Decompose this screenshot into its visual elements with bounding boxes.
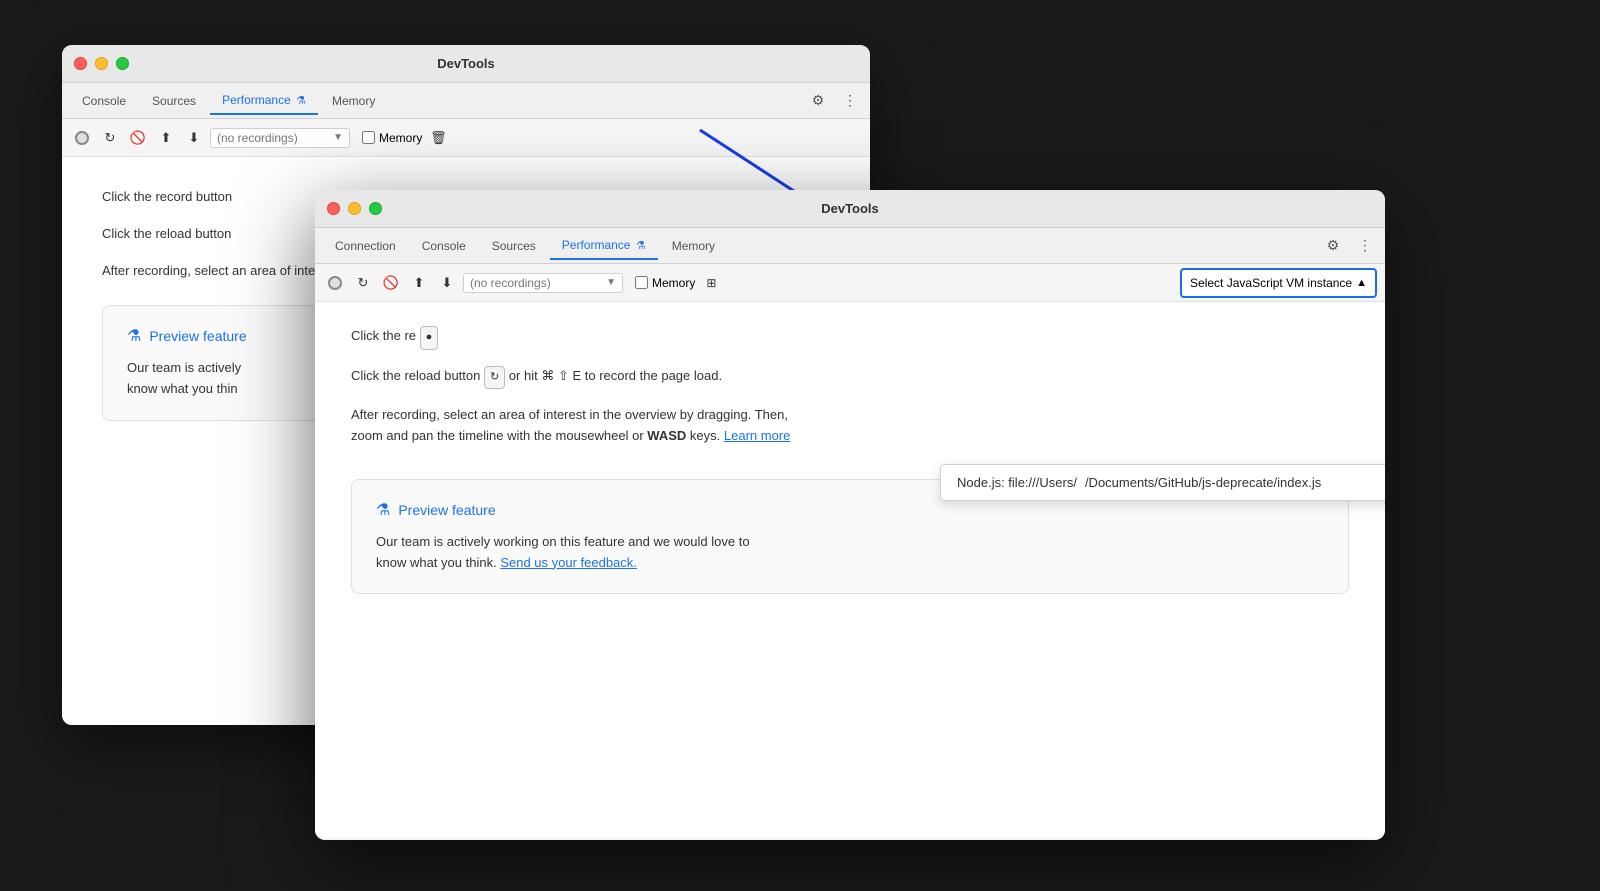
fg-record-instruction: Click the re ●: [351, 326, 1349, 350]
bg-more-icon[interactable]: ⋮: [838, 89, 862, 113]
bg-window-title: DevTools: [437, 56, 495, 71]
fg-vm-dropdown-item[interactable]: Node.js: file:///Users/ /Documents/GitHu…: [941, 465, 1385, 500]
fg-minimize-button[interactable]: [348, 202, 361, 215]
bg-download-btn[interactable]: ⬇: [182, 126, 206, 150]
fg-tabs-bar: Connection Console Sources Performance ⚗…: [315, 228, 1385, 264]
fg-vm-selector-arrow: ▲: [1356, 277, 1367, 289]
fg-flask-icon: ⚗: [376, 500, 390, 520]
bg-toolbar: ↻ 🚫 ⬆ ⬇ (no recordings) ▼ Memory 🗑: [62, 119, 870, 157]
fg-preview-content: Our team is actively working on this fea…: [376, 532, 1324, 574]
bg-memory-checkbox[interactable]: Memory: [362, 131, 422, 145]
fg-dropdown-arrow: ▼: [606, 277, 616, 288]
fg-tab-performance[interactable]: Performance ⚗: [550, 232, 658, 260]
bg-memory-check[interactable]: [362, 131, 375, 144]
fg-tab-connection[interactable]: Connection: [323, 233, 408, 259]
fg-tab-right-icons: ⚙ ⋮: [1321, 234, 1377, 258]
fg-tab-console[interactable]: Console: [410, 233, 478, 259]
fg-traffic-lights: [327, 202, 382, 215]
fg-vm-selector-btn[interactable]: Select JavaScript VM instance ▲: [1180, 268, 1377, 298]
fg-performance-flask-icon: ⚗: [636, 240, 646, 252]
fg-reload-key: ↻: [484, 366, 505, 390]
fg-settings-icon[interactable]: ⚙: [1321, 234, 1345, 258]
fg-titlebar: DevTools: [315, 190, 1385, 228]
bg-minimize-button[interactable]: [95, 57, 108, 70]
fg-clear-btn[interactable]: 🚫: [379, 271, 403, 295]
fg-record-btn[interactable]: [323, 271, 347, 295]
bg-dropdown-arrow: ▼: [333, 132, 343, 143]
fg-recordings-dropdown[interactable]: (no recordings) ▼: [463, 273, 623, 293]
bg-tab-console[interactable]: Console: [70, 88, 138, 114]
bg-record-btn[interactable]: [70, 126, 94, 150]
performance-flask-icon: ⚗: [296, 95, 306, 107]
bg-reload-btn[interactable]: ↻: [98, 126, 122, 150]
fg-download-btn[interactable]: ⬇: [435, 271, 459, 295]
fg-learn-more-link[interactable]: Learn more: [724, 428, 790, 443]
fg-vm-selector-label: Select JavaScript VM instance: [1190, 276, 1352, 290]
fg-maximize-button[interactable]: [369, 202, 382, 215]
bg-tab-performance[interactable]: Performance ⚗: [210, 87, 318, 115]
fg-record-icon: [328, 276, 342, 290]
fg-memory-checkbox[interactable]: Memory: [635, 276, 695, 290]
fg-tab-sources[interactable]: Sources: [480, 233, 548, 259]
bg-tab-sources[interactable]: Sources: [140, 88, 208, 114]
bg-maximize-button[interactable]: [116, 57, 129, 70]
fg-capture-settings-btn[interactable]: ⊞: [699, 271, 723, 295]
bg-upload-btn[interactable]: ⬆: [154, 126, 178, 150]
fg-memory-check[interactable]: [635, 276, 648, 289]
fg-close-button[interactable]: [327, 202, 340, 215]
fg-preview-title: ⚗ Preview feature: [376, 500, 1324, 520]
bg-record-icon: [75, 131, 89, 145]
fg-toolbar: ↻ 🚫 ⬆ ⬇ (no recordings) ▼ Memory ⊞ Selec…: [315, 264, 1385, 302]
bg-close-button[interactable]: [74, 57, 87, 70]
bg-traffic-lights: [74, 57, 129, 70]
bg-flask-icon: ⚗: [127, 326, 141, 346]
bg-settings-icon[interactable]: ⚙: [806, 89, 830, 113]
fg-record-key: ●: [420, 326, 439, 350]
bg-tab-memory[interactable]: Memory: [320, 88, 387, 114]
bg-tab-right-icons: ⚙ ⋮: [806, 89, 862, 113]
fg-reload-instruction: Click the reload button ↻ or hit ⌘ ⇧ E t…: [351, 366, 1349, 390]
fg-after-recording: After recording, select an area of inter…: [351, 405, 1349, 447]
fg-reload-btn[interactable]: ↻: [351, 271, 375, 295]
fg-content-area: Click the re ● Click the reload button ↻…: [315, 302, 1385, 838]
fg-window-title: DevTools: [821, 201, 879, 216]
bg-recordings-dropdown[interactable]: (no recordings) ▼: [210, 128, 350, 148]
fg-tab-memory[interactable]: Memory: [660, 233, 727, 259]
bg-clear-btn[interactable]: 🚫: [126, 126, 150, 150]
bg-trash-btn[interactable]: 🗑: [426, 126, 450, 150]
fg-feedback-link[interactable]: Send us your feedback.: [500, 555, 637, 570]
bg-tabs-bar: Console Sources Performance ⚗ Memory ⚙ ⋮: [62, 83, 870, 119]
bg-titlebar: DevTools: [62, 45, 870, 83]
fg-upload-btn[interactable]: ⬆: [407, 271, 431, 295]
fg-devtools-window: DevTools Connection Console Sources Perf…: [315, 190, 1385, 840]
fg-more-icon[interactable]: ⋮: [1353, 234, 1377, 258]
fg-vm-dropdown: Node.js: file:///Users/ /Documents/GitHu…: [940, 464, 1385, 501]
